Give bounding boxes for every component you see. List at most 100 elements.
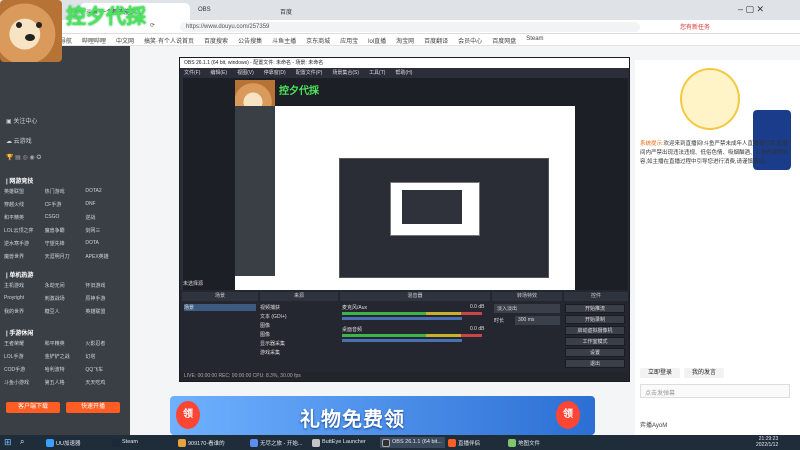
game-link[interactable]: 英雄联盟 — [85, 308, 126, 315]
scene-item[interactable]: 场景 — [184, 304, 256, 311]
game-link[interactable]: 斗鱼小游戏 — [4, 379, 45, 386]
start-menu-icon[interactable]: ⊞ — [4, 437, 12, 448]
game-link[interactable]: 主机游戏 — [4, 282, 45, 289]
bookmark[interactable]: 百度网盘 — [492, 36, 516, 45]
bookmark[interactable]: 斗鱼主播 — [272, 36, 296, 45]
reload-icon[interactable]: ⟳ — [150, 22, 155, 29]
taskbar-app[interactable]: 地图文件 — [506, 437, 543, 448]
bookmark[interactable]: 公告搜集 — [238, 36, 262, 45]
start-stream-button[interactable]: 开始推流 — [565, 304, 625, 313]
obs-menu-item[interactable]: 编辑(E) — [210, 69, 227, 76]
game-link[interactable]: CF手游 — [45, 201, 86, 208]
game-link[interactable]: 火影忍者 — [85, 340, 126, 347]
taskbar-app[interactable]: UU加速器 — [44, 437, 83, 448]
game-link[interactable]: 逆战 — [85, 214, 126, 221]
source-item[interactable]: 文本 (GDI+) — [260, 313, 330, 321]
game-link[interactable]: 和平精英 — [45, 340, 86, 347]
obs-menu-item[interactable]: 视图(V) — [237, 69, 254, 76]
notice-text[interactable]: 您有新任务 — [680, 22, 710, 31]
bookmark[interactable]: 应用宝 — [340, 36, 358, 45]
obs-menu-item[interactable]: 工具(T) — [369, 69, 385, 76]
studio-mode-button[interactable]: 工作室模式 — [565, 337, 625, 346]
browser-tab[interactable]: 百度 — [274, 3, 344, 20]
taskbar-app[interactable]: 无尽之旅 - 开始... — [248, 437, 305, 448]
settings-button[interactable]: 设置 — [565, 348, 625, 357]
bookmark[interactable]: 百度搜索 — [204, 36, 228, 45]
game-link[interactable]: 天涯明月刀 — [45, 253, 86, 260]
source-item[interactable]: 图像 — [260, 322, 330, 330]
source-item[interactable]: 显示器采集 — [260, 340, 330, 348]
download-client-button[interactable]: 客户端下载 — [6, 402, 60, 413]
game-link[interactable]: Proyright — [4, 295, 45, 302]
game-link[interactable]: DOTA2 — [85, 188, 126, 195]
bookmark[interactable]: 搞笑·有个人说首页 — [144, 36, 194, 45]
game-link[interactable]: 热门游戏 — [45, 188, 86, 195]
game-link[interactable]: APEX英雄 — [85, 253, 126, 260]
game-link[interactable]: DNF — [85, 201, 126, 208]
game-link[interactable]: 金铲铲之战 — [45, 353, 86, 360]
my-danmaku-chip[interactable]: 我的发言 — [684, 368, 724, 378]
search-icon[interactable]: ⌕ — [20, 437, 24, 447]
game-link[interactable]: 第五人格 — [45, 379, 86, 386]
game-link[interactable]: LOL云顶之弈 — [4, 227, 45, 234]
bookmark[interactable]: 哔哩哔哩 — [82, 36, 106, 45]
game-link[interactable]: 魔兽争霸 — [45, 227, 86, 234]
obs-menu-item[interactable]: 场景集合(S) — [332, 69, 359, 76]
claim-button[interactable]: 领 — [176, 401, 200, 429]
game-link[interactable]: 守望先锋 — [45, 240, 86, 247]
bookmark[interactable]: 百度翻译 — [424, 36, 448, 45]
chat-user[interactable]: 弈播AyoM — [640, 420, 667, 429]
mixer-volume-slider[interactable] — [342, 339, 462, 342]
game-link[interactable]: QQ飞车 — [85, 366, 126, 373]
game-link[interactable]: CSGO — [45, 214, 86, 221]
game-link[interactable]: LOL手游 — [4, 353, 45, 360]
source-item[interactable]: 游戏采集 — [260, 349, 330, 357]
game-link[interactable]: 糖豆人 — [45, 308, 86, 315]
game-link[interactable]: 穿越火线 — [4, 201, 45, 208]
game-link[interactable]: 我的世界 — [4, 308, 45, 315]
taskbar-app[interactable]: OBS 26.1.1 (64 bit... — [380, 437, 445, 448]
claim-button[interactable]: 领 — [556, 401, 580, 429]
exit-button[interactable]: 退出 — [565, 359, 625, 368]
login-chip[interactable]: 立即登录 — [640, 368, 680, 378]
duration-input[interactable]: 300 ms — [515, 316, 560, 325]
sidebar-item-cloud-game[interactable]: ☁ 云游戏 — [0, 134, 130, 146]
mixer-volume-slider[interactable] — [342, 317, 462, 320]
source-item[interactable]: 视频捕获 — [260, 304, 330, 312]
game-link[interactable]: 哈利波特 — [45, 366, 86, 373]
source-item[interactable]: 图像 — [260, 331, 330, 339]
obs-menu-item[interactable]: 文件(F) — [184, 69, 200, 76]
start-live-button[interactable]: 快速开播 — [66, 402, 120, 413]
game-link[interactable]: 剑网三 — [85, 227, 126, 234]
game-link[interactable]: 逆水寒手游 — [4, 240, 45, 247]
game-link[interactable]: 魔兽世界 — [4, 253, 45, 260]
game-link[interactable]: 刺激战场 — [45, 295, 86, 302]
game-link[interactable]: DOTA — [85, 240, 126, 247]
obs-menu-item[interactable]: 配置文件(P) — [296, 69, 323, 76]
game-link[interactable]: COD手游 — [4, 366, 45, 373]
sidebar-icons-row[interactable]: 🏆 ▤ ◎ ◉ ✪ — [0, 152, 130, 164]
game-link[interactable]: 天天吃鸡 — [85, 379, 126, 386]
game-link[interactable]: 王者荣耀 — [4, 340, 45, 347]
taskbar-app[interactable]: 直播伴侣 — [446, 437, 483, 448]
browser-tab[interactable]: OBS — [192, 3, 272, 20]
bookmark[interactable]: Steam — [526, 36, 543, 43]
clock[interactable]: 21:29:23 2022/1/12 — [756, 436, 778, 448]
game-link[interactable]: 原神手游 — [85, 295, 126, 302]
game-link[interactable]: 永劫无间 — [45, 282, 86, 289]
taskbar-app[interactable]: Steam — [110, 437, 141, 448]
virtual-camera-button[interactable]: 启动虚拟摄像机 — [565, 326, 625, 335]
game-link[interactable]: 怀旧游戏 — [85, 282, 126, 289]
bookmark[interactable]: 淘宝网 — [396, 36, 414, 45]
bookmark[interactable]: 京东商城 — [306, 36, 330, 45]
taskbar-app[interactable]: 909170-看谁的 — [176, 437, 228, 448]
chat-input[interactable]: 点击发弹幕 — [640, 384, 790, 398]
transition-select[interactable]: 淡入淡出 — [494, 304, 560, 313]
window-controls-icon[interactable]: ‒ ▢ ✕ — [738, 4, 764, 15]
start-record-button[interactable]: 开始录制 — [565, 315, 625, 324]
game-link[interactable]: 幻塔 — [85, 353, 126, 360]
url-input[interactable]: https://www.douyu.com/257359 — [180, 22, 640, 32]
bookmark[interactable]: lol直播 — [368, 36, 386, 45]
obs-menu-item[interactable]: 停靠窗(D) — [264, 69, 286, 76]
game-link[interactable]: 和平精英 — [4, 214, 45, 221]
